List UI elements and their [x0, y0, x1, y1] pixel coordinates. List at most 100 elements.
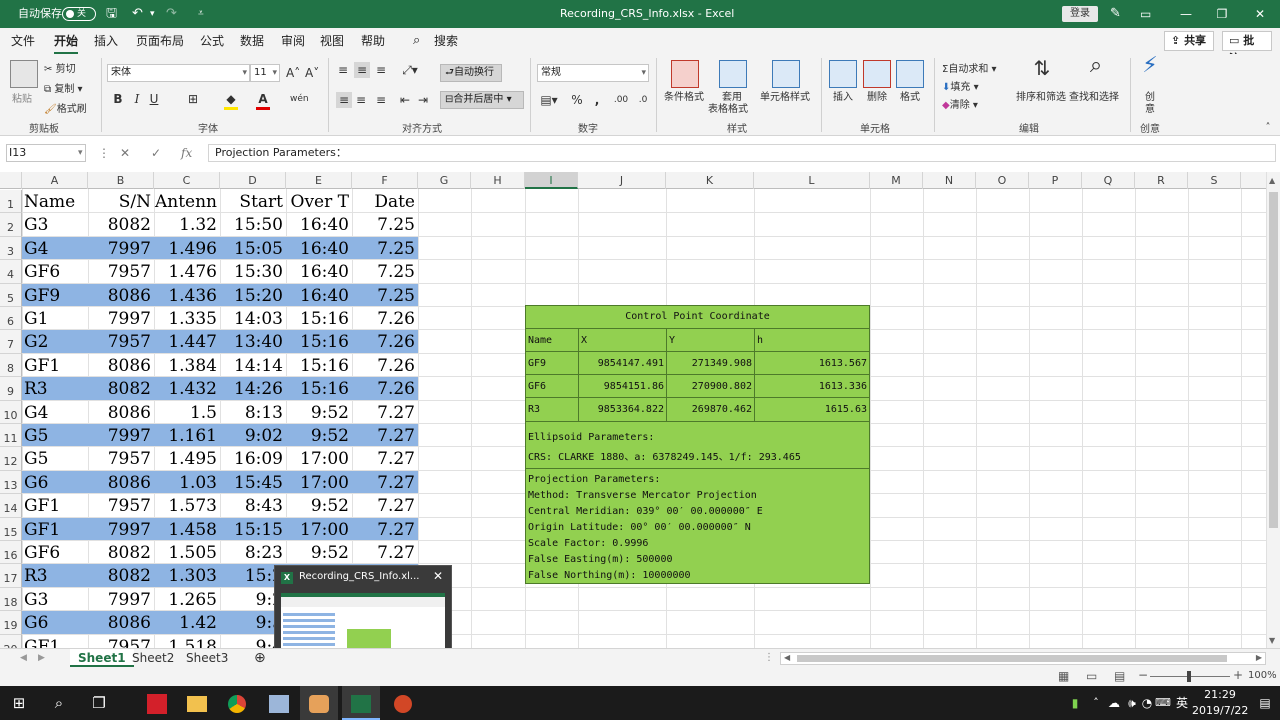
number-format-select[interactable]: 常规 — [537, 64, 649, 82]
name-box-dropdown-icon[interactable]: ▾ — [78, 144, 83, 162]
wrap-text-button[interactable]: ⮐自动换行 — [440, 64, 502, 82]
vertical-scrollbar[interactable]: ▲ ▼ — [1266, 172, 1280, 648]
align-top-icon[interactable]: ≡ — [336, 62, 350, 78]
row-header[interactable]: 6 — [0, 307, 22, 331]
collapse-ribbon-icon[interactable]: ˄ — [1262, 120, 1274, 136]
search-icon[interactable]: ⌕ — [413, 28, 420, 54]
cell[interactable]: Date — [352, 191, 418, 213]
zoom-in-icon[interactable]: + — [1233, 668, 1243, 682]
tab-formulas[interactable]: 公式 — [200, 28, 224, 54]
cell[interactable]: R3 — [22, 565, 88, 587]
hscroll-split-icon[interactable]: ⋮ — [764, 652, 774, 663]
conditional-format-icon[interactable] — [671, 60, 699, 88]
decrease-indent-icon[interactable]: ⇤ — [398, 92, 412, 108]
autosave-toggle[interactable]: 关 — [62, 7, 96, 21]
row-header[interactable]: 1 — [0, 190, 22, 214]
orientation-icon[interactable]: ⤢▾ — [400, 62, 420, 78]
align-left-icon[interactable]: ≡ — [336, 92, 352, 108]
row-header[interactable]: 9 — [0, 377, 22, 401]
cell[interactable]: 1.32 — [154, 214, 220, 236]
pen-icon[interactable]: ✎ — [1110, 0, 1121, 28]
cell[interactable]: 1.573 — [154, 495, 220, 517]
tray-expand-icon[interactable]: ˄ — [1088, 686, 1104, 720]
zoom-slider-thumb[interactable] — [1187, 671, 1191, 682]
increase-decimal-icon[interactable]: .00 — [612, 92, 630, 108]
next-sheet-icon[interactable]: ▶ — [38, 649, 45, 667]
cell[interactable]: 16:40 — [286, 285, 352, 307]
thumbnail-close-icon[interactable]: ✕ — [433, 569, 443, 583]
cell[interactable]: 9:02 — [220, 425, 286, 447]
cell[interactable]: 8086 — [88, 612, 154, 634]
cell[interactable]: 9:52 — [286, 495, 352, 517]
paste-icon[interactable] — [10, 60, 38, 88]
cell[interactable]: G3 — [22, 589, 88, 611]
cell[interactable]: GF1 — [22, 519, 88, 541]
cell[interactable]: G3 — [22, 214, 88, 236]
powerpoint-icon[interactable] — [384, 686, 422, 720]
search-box[interactable]: 搜索 — [434, 28, 458, 54]
column-header[interactable]: J — [578, 172, 666, 189]
hscroll-thumb[interactable] — [797, 655, 1227, 662]
column-header[interactable]: S — [1188, 172, 1241, 189]
cell[interactable]: 15:50 — [220, 214, 286, 236]
column-header[interactable]: A — [22, 172, 88, 189]
cell[interactable]: 8086 — [88, 402, 154, 424]
cell[interactable]: 1.505 — [154, 542, 220, 564]
cell[interactable]: 17:00 — [286, 448, 352, 470]
column-header[interactable]: R — [1135, 172, 1188, 189]
sort-filter-icon[interactable]: ⇅ — [1030, 58, 1054, 78]
cell[interactable]: GF6 — [22, 542, 88, 564]
column-header[interactable]: M — [870, 172, 923, 189]
row-header[interactable]: 16 — [0, 541, 22, 565]
prev-sheet-icon[interactable]: ◀ — [20, 649, 27, 667]
column-header[interactable]: F — [352, 172, 418, 189]
sheet-tab-sheet3[interactable]: Sheet3 — [178, 649, 236, 667]
undo-dropdown-icon[interactable]: ▾ — [150, 0, 155, 28]
cell[interactable]: GF6 — [22, 261, 88, 283]
cell[interactable]: 1.03 — [154, 472, 220, 494]
phonetic-icon[interactable]: wén — [290, 91, 309, 107]
cell[interactable]: 7.26 — [352, 355, 418, 377]
cell[interactable]: G2 — [22, 331, 88, 353]
name-box[interactable]: I13 — [6, 144, 86, 162]
cell[interactable]: 15:16 — [286, 308, 352, 330]
cell[interactable]: G1 — [22, 308, 88, 330]
borders-icon[interactable]: ⊞ — [186, 91, 200, 107]
column-header[interactable]: K — [666, 172, 754, 189]
align-bottom-icon[interactable]: ≡ — [374, 62, 388, 78]
autosum-button[interactable]: Σ自动求和 ▾ — [942, 60, 997, 75]
clock-date[interactable]: 2019/7/22 — [1192, 704, 1248, 717]
column-header[interactable]: D — [220, 172, 286, 189]
copy-button[interactable]: ⧉ 复制 ▾ — [44, 80, 83, 95]
cell[interactable]: G6 — [22, 472, 88, 494]
tab-home[interactable]: 开始 — [54, 28, 79, 54]
cell[interactable]: 16:40 — [286, 261, 352, 283]
cell[interactable]: G4 — [22, 238, 88, 260]
tab-data[interactable]: 数据 — [240, 28, 264, 54]
battery-icon[interactable]: ▮ — [1066, 686, 1084, 720]
cell[interactable]: 1.458 — [154, 519, 220, 541]
cell[interactable]: 7.27 — [352, 519, 418, 541]
cell[interactable]: 14:03 — [220, 308, 286, 330]
cell[interactable]: GF1 — [22, 495, 88, 517]
cell[interactable]: 8082 — [88, 214, 154, 236]
cell[interactable]: 15:20 — [220, 285, 286, 307]
cell[interactable]: 7957 — [88, 331, 154, 353]
cell[interactable]: GF1 — [22, 355, 88, 377]
font-color-icon[interactable]: A — [256, 91, 270, 110]
cell[interactable]: 7.27 — [352, 425, 418, 447]
row-header[interactable]: 11 — [0, 424, 22, 448]
cell[interactable]: 15:30 — [220, 261, 286, 283]
row-header[interactable]: 8 — [0, 353, 22, 378]
row-header[interactable]: 12 — [0, 447, 22, 471]
ribbon-display-icon[interactable]: ▭ — [1140, 0, 1151, 28]
row-header[interactable]: 3 — [0, 236, 22, 261]
cell[interactable]: G4 — [22, 402, 88, 424]
delete-cells-icon[interactable] — [863, 60, 891, 88]
tab-page-layout[interactable]: 页面布局 — [136, 28, 184, 54]
fill-color-icon[interactable]: ◆ — [224, 91, 238, 110]
ideas-icon[interactable]: ⚡ — [1140, 55, 1160, 77]
cell[interactable]: 1.496 — [154, 238, 220, 260]
cell[interactable]: 7997 — [88, 589, 154, 611]
cell[interactable]: 7.27 — [352, 448, 418, 470]
